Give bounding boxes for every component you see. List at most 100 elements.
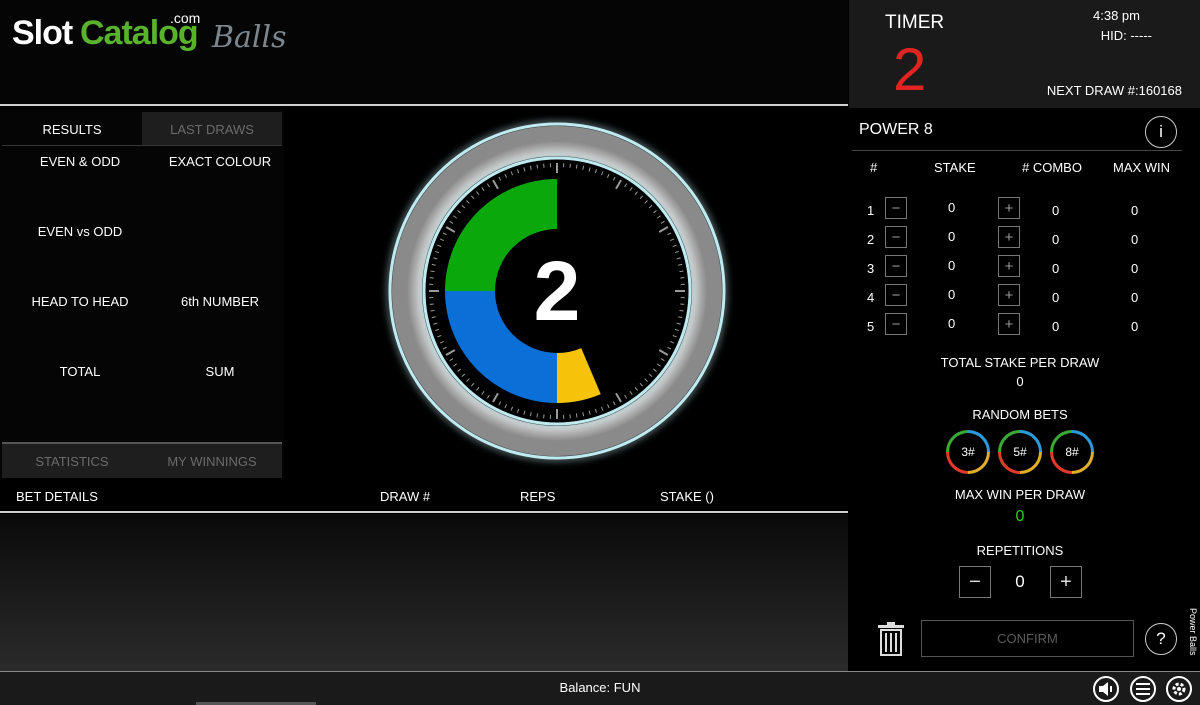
random-bet-3-button[interactable]: 3# [946,430,990,474]
bet-row-combo: 0 [1052,203,1060,218]
random-bets-label: RANDOM BETS [972,407,1068,422]
info-icon[interactable]: i [1145,116,1177,148]
logo-suffix: .com [170,10,201,26]
stake-minus-button[interactable]: − [885,197,907,219]
dial-tick [575,164,578,169]
bet-panel: POWER 8 i # STAKE # COMBO MAX WIN 1 − 0 … [852,112,1182,668]
bet-row-combo: 0 [1052,290,1060,305]
tab-divider [2,145,282,146]
settings-icon[interactable] [1166,676,1192,702]
stake-plus-button[interactable]: + [998,197,1020,219]
result-total[interactable]: TOTAL [10,364,150,379]
stake-minus-button[interactable]: − [885,313,907,335]
footer: Balance: FUN [0,672,1200,705]
bet-row: 1 − 0 + 0 0 [852,196,1182,222]
left-panel: RESULTS LAST DRAWS EVEN & ODD EXACT COLO… [0,110,284,478]
stake-minus-button[interactable]: − [885,284,907,306]
stake-plus-button[interactable]: + [998,284,1020,306]
tab-results[interactable]: RESULTS [2,112,142,146]
stake-plus-button[interactable]: + [998,226,1020,248]
result-sum[interactable]: SUM [150,364,290,379]
repetitions-minus-button[interactable]: − [959,566,991,598]
bet-details-draw-col: DRAW # [380,489,431,504]
bet-row-stake: 0 [948,258,956,273]
dial-tick [679,270,684,273]
menu-icon[interactable] [1130,676,1156,702]
draw-area: 2 [287,110,848,477]
bet-row-combo: 0 [1052,261,1060,276]
result-even-and-odd[interactable]: EVEN & ODD [10,154,150,169]
trash-icon[interactable] [876,622,906,656]
bet-details-header: BET DETAILS DRAW # REPS STAKE () [0,480,848,514]
result-exact-colour[interactable]: EXACT COLOUR [150,154,290,169]
bet-row-stake: 0 [948,229,956,244]
tab-my-winnings[interactable]: MY WINNINGS [142,444,282,478]
dial-tick [536,164,539,169]
bet-row-number: 3 [867,261,875,276]
bet-details-reps-col: REPS [520,489,556,504]
random-bet-5-button[interactable]: 5# [998,430,1042,474]
repetitions-value: 0 [1015,572,1025,591]
bet-row-max-win: 0 [1131,319,1139,334]
tab-statistics[interactable]: STATISTICS [2,444,142,478]
next-draw-label: NEXT DRAW #:160168 [1046,83,1182,98]
sound-icon[interactable] [1093,676,1119,702]
bet-row-number: 5 [867,319,875,334]
dial-tick [430,270,435,273]
max-win-per-draw-label: MAX WIN PER DRAW [954,487,1086,502]
col-header-num: # [870,160,878,175]
confirm-button[interactable]: CONFIRM [921,620,1134,657]
bet-row-number: 4 [867,290,875,305]
bet-row-combo: 0 [1052,232,1060,247]
bet-row-max-win: 0 [1131,203,1139,218]
random-bet-3-label: 3# [949,433,987,471]
stake-plus-button[interactable]: + [998,313,1020,335]
col-header-combo: # COMBO [1022,160,1082,175]
bet-details-divider [0,511,848,513]
bet-row: 4 − 0 + 0 0 [852,283,1182,309]
col-header-max-win: MAX WIN [1113,160,1171,175]
max-win-per-draw-value: 0 [1015,508,1025,525]
bet-details-stake-col: STAKE () [660,489,714,504]
timer-value: 2 [893,36,927,103]
col-header-stake: STAKE [934,160,976,175]
bet-row-stake: 0 [948,287,956,302]
bet-details-list [0,514,848,672]
stake-plus-button[interactable]: + [998,255,1020,277]
dial-tick [679,309,684,312]
draw-dial: 2 [388,122,726,460]
bet-details-title: BET DETAILS [16,489,98,504]
top-bar: Balls Slot Catalog .com [0,0,848,106]
header-divider [0,104,848,106]
bet-row: 5 − 0 + 0 0 [852,312,1182,338]
repetitions-plus-button[interactable]: + [1050,566,1082,598]
bet-panel-divider [852,150,1182,151]
dial-tick [575,413,578,418]
dial-tick [430,309,435,312]
max-win-per-draw-value-wrap: 0 [852,508,1188,526]
dial-tick [536,413,539,418]
bet-row-number: 2 [867,232,875,247]
total-stake-value: 0 [1016,374,1024,389]
timer-panel: TIMER 2 4:38 pm HID: ----- NEXT DRAW #:1… [849,0,1200,108]
bet-row-max-win: 0 [1131,261,1139,276]
repetitions-label: REPETITIONS [976,543,1064,558]
help-icon[interactable]: ? [1145,623,1177,655]
bet-row: 3 − 0 + 0 0 [852,254,1182,280]
bet-row-number: 1 [867,203,875,218]
logo: Balls Slot Catalog .com [12,10,292,70]
timer-label: TIMER [885,12,945,33]
stake-minus-button[interactable]: − [885,226,907,248]
game-logo-script: Balls [212,20,287,55]
tab-last-draws[interactable]: LAST DRAWS [142,112,282,146]
clock: 4:38 pm [1093,8,1140,23]
random-bet-5-label: 5# [1001,433,1039,471]
result-even-vs-odd[interactable]: EVEN vs ODD [10,224,150,239]
draw-countdown: 2 [534,244,581,338]
game-name-vertical: Power Balls [1188,608,1198,656]
result-6th-number[interactable]: 6th NUMBER [150,294,290,309]
stake-minus-button[interactable]: − [885,255,907,277]
result-head-to-head[interactable]: HEAD TO HEAD [10,294,150,309]
bet-row-stake: 0 [948,316,956,331]
random-bet-8-button[interactable]: 8# [1050,430,1094,474]
